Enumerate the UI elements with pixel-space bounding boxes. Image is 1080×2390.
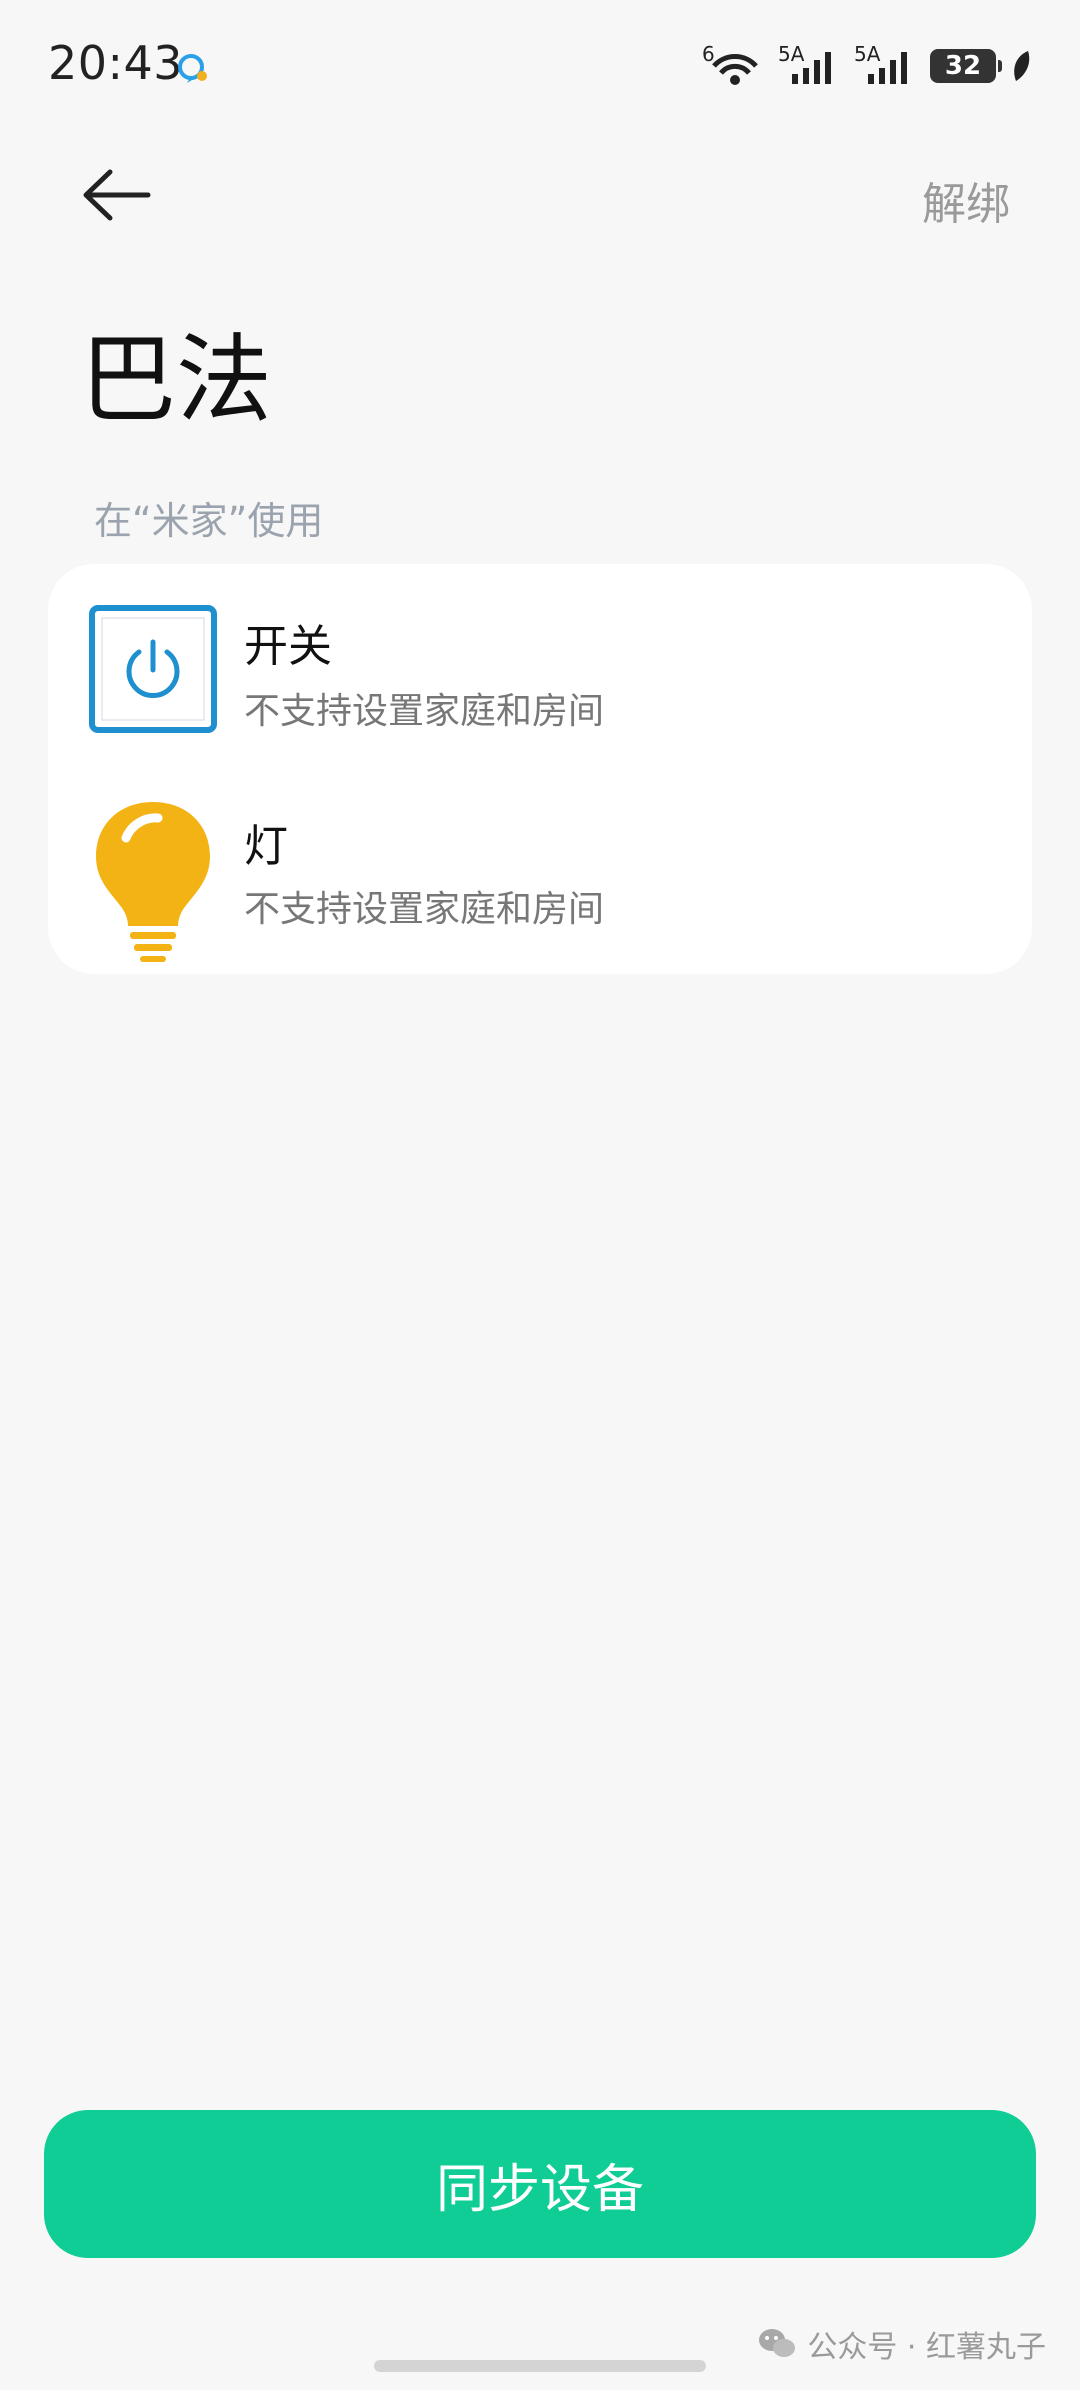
back-arrow-icon	[83, 169, 151, 221]
device-item-light[interactable]: 灯 不支持设置家庭和房间	[48, 786, 1032, 966]
device-description: 不支持设置家庭和房间	[244, 889, 605, 930]
device-name: 灯	[244, 821, 288, 872]
sync-devices-button[interactable]: 同步设备	[44, 2110, 1036, 2258]
home-indicator[interactable]	[374, 2360, 706, 2372]
status-bar: 20:43 6 5A 5A 32	[0, 0, 1080, 130]
device-name: 开关	[244, 621, 332, 672]
wifi-status: 6	[702, 42, 764, 86]
section-label: 在“米家”使用	[94, 499, 324, 543]
status-indicators: 6 5A 5A 32	[702, 42, 1032, 86]
wechat-icon	[759, 2329, 796, 2357]
leaf-icon	[1014, 51, 1030, 81]
light-bulb-icon	[96, 802, 210, 962]
watermark: 公众号 · 红薯丸子	[757, 2322, 1046, 2366]
watermark-text: 公众号 · 红薯丸子	[807, 2330, 1046, 2365]
back-button[interactable]	[78, 160, 158, 230]
device-description: 不支持设置家庭和房间	[244, 691, 605, 732]
battery-level: 32	[944, 51, 982, 81]
wifi-label: 6	[702, 42, 715, 66]
signal2-label: 5A	[854, 42, 881, 66]
cellular-signal-2: 5A	[854, 42, 916, 86]
signal1-label: 5A	[778, 42, 805, 66]
unbind-button[interactable]: 解绑	[922, 168, 1010, 232]
power-switch-icon	[89, 605, 217, 733]
page-title: 巴法	[80, 324, 272, 436]
cellular-signal-1: 5A	[778, 42, 840, 86]
battery-indicator: 32	[930, 49, 1002, 83]
device-item-switch[interactable]: 开关 不支持设置家庭和房间	[48, 584, 1032, 764]
status-time: 20:43	[48, 36, 184, 90]
chat-notification-icon	[178, 54, 207, 83]
device-list-card: 开关 不支持设置家庭和房间 灯 不支持设置家庭和房间	[48, 564, 1032, 974]
